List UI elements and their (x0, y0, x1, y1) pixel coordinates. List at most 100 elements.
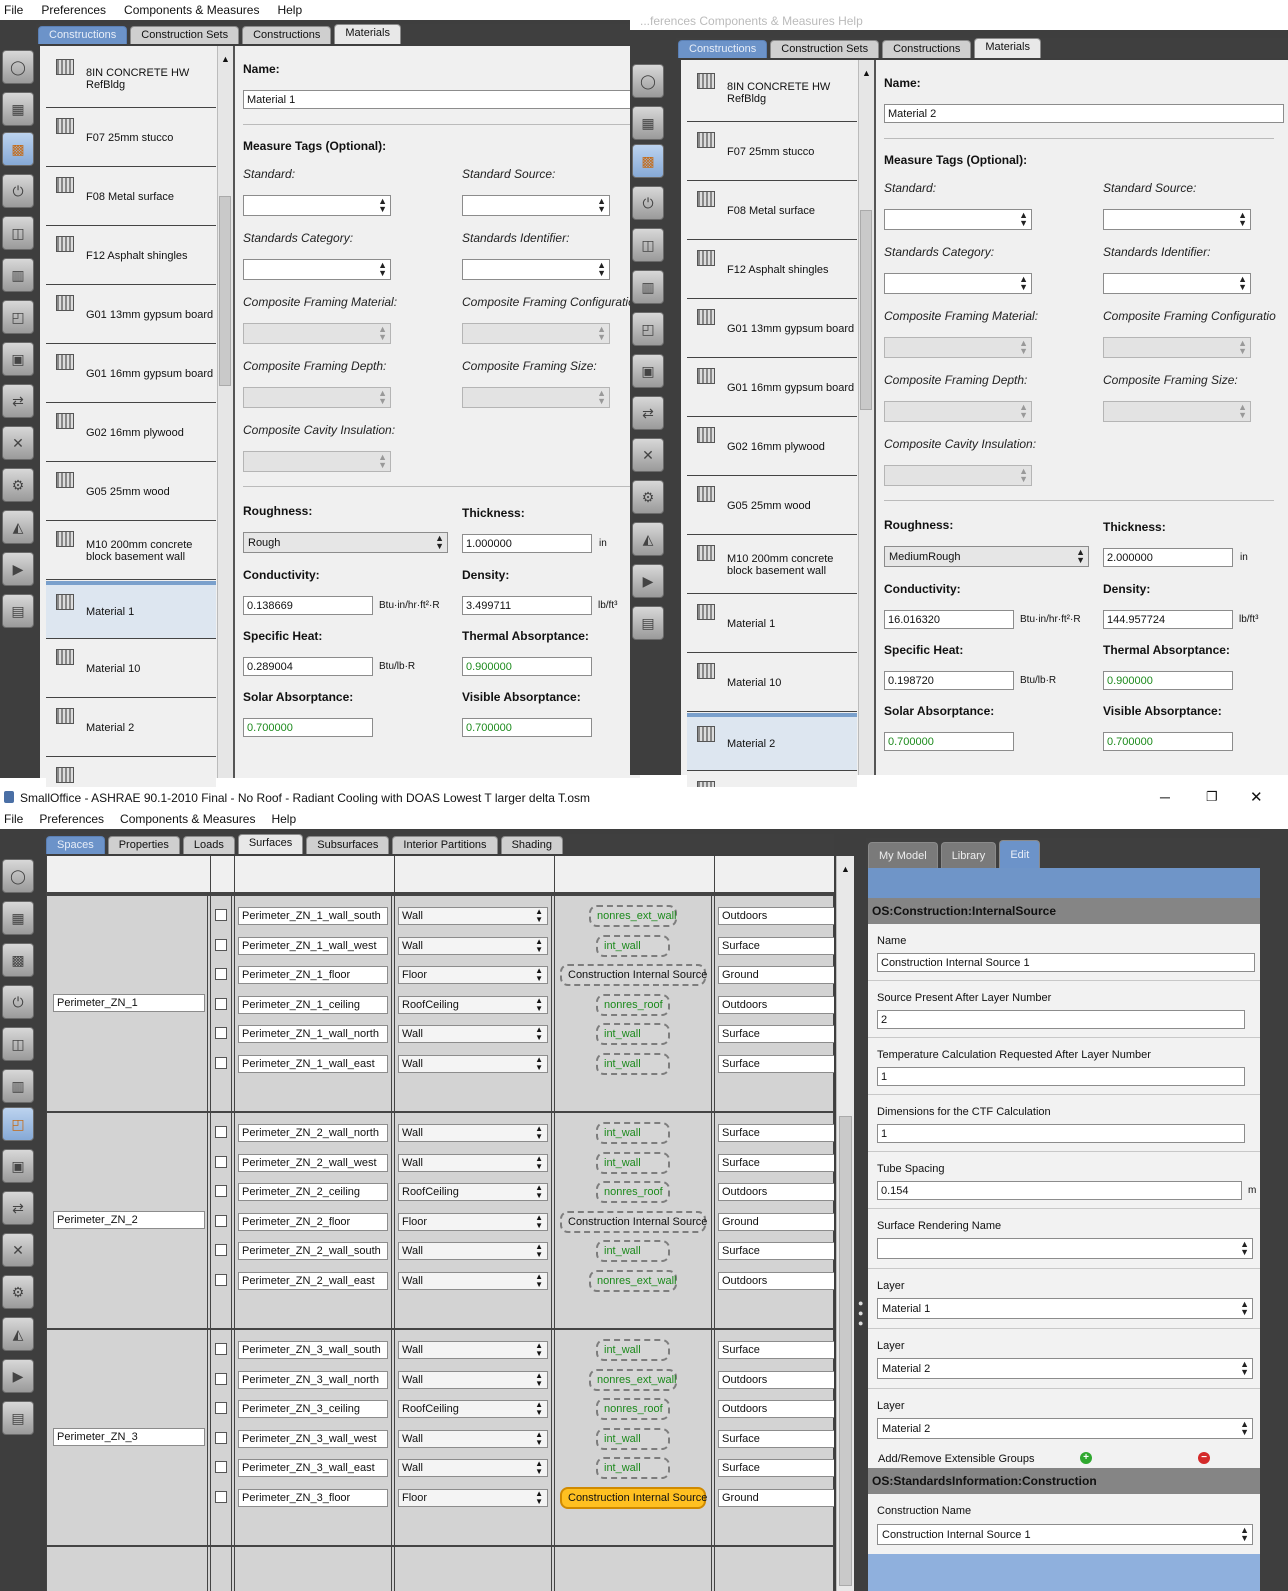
variables-icon[interactable]: ⚙ (632, 480, 664, 514)
material-list-item[interactable]: F07 25mm stucco (687, 123, 857, 181)
surface-type-select[interactable]: Wall ▲ ▼ (398, 1124, 548, 1142)
solar-absorptance-input[interactable]: 0.700000 (243, 718, 373, 737)
material-list-item[interactable]: F08 Metal surface (46, 168, 216, 226)
construction-drop-zone[interactable]: int_wall (596, 1053, 670, 1075)
construction-drop-zone[interactable]: int_wall (596, 1023, 670, 1046)
material-list-item[interactable]: Material 1 (46, 581, 216, 639)
surface-type-select[interactable]: Wall ▲ ▼ (398, 1429, 548, 1448)
standard-select[interactable]: ▲ ▼ (884, 209, 1032, 230)
surface-name-input[interactable]: Perimeter_ZN_1_wall_east (238, 1055, 388, 1073)
tab-my-model[interactable]: My Model (868, 842, 938, 868)
boundary-condition-select[interactable]: Surface (718, 1341, 834, 1359)
space-types-icon[interactable]: ◫ (632, 228, 664, 262)
composite-cavity-select[interactable]: ▲ ▼ (884, 465, 1032, 486)
boundary-condition-select[interactable]: Surface (718, 1055, 834, 1073)
loads-icon[interactable]: ⏻ (632, 186, 664, 220)
thermal-zones-icon[interactable]: ▣ (2, 1149, 34, 1183)
layer-select-1[interactable]: Material 1 ▲ ▼ (877, 1298, 1253, 1319)
surface-name-input[interactable]: Perimeter_ZN_2_floor (238, 1212, 388, 1231)
thermal-absorptance-input[interactable]: 0.900000 (462, 657, 592, 676)
tools-icon[interactable]: ✕ (2, 1233, 34, 1267)
row-checkbox[interactable] (215, 1185, 227, 1198)
surface-name-input[interactable]: Perimeter_ZN_1_wall_west (238, 936, 388, 955)
density-input[interactable]: 3.499711 (462, 596, 592, 615)
composite-framing-depth-select[interactable]: ▲ ▼ (884, 401, 1032, 422)
row-checkbox[interactable] (215, 1402, 227, 1415)
measures-icon[interactable]: ◭ (632, 522, 664, 556)
composite-framing-size-select[interactable]: ▲ ▼ (1103, 401, 1251, 422)
surface-name-input[interactable]: Perimeter_ZN_2_ceiling (238, 1183, 388, 1202)
space-name-input[interactable]: Perimeter_ZN_3 (53, 1428, 205, 1446)
menu-preferences[interactable]: Preferences (41, 3, 106, 17)
surface-name-input[interactable]: Perimeter_ZN_2_wall_east (238, 1272, 388, 1290)
material-list-item[interactable]: Material 2 (46, 699, 216, 757)
row-checkbox[interactable] (215, 1126, 227, 1138)
space-types-icon[interactable]: ◫ (2, 216, 34, 250)
surface-name-input[interactable]: Perimeter_ZN_2_wall_south (238, 1242, 388, 1261)
row-checkbox[interactable] (215, 1431, 227, 1444)
scroll-up-icon[interactable]: ▲ (841, 864, 850, 874)
surface-type-select[interactable]: Floor ▲ ▼ (398, 1489, 548, 1507)
boundary-condition-select[interactable]: Surface (718, 1242, 834, 1261)
temp-calc-input[interactable]: 1 (877, 1067, 1245, 1086)
thermal-zones-icon[interactable]: ▣ (2, 342, 34, 376)
boundary-condition-select[interactable]: Outdoors (718, 1272, 834, 1290)
tab-edit[interactable]: Edit (999, 840, 1041, 868)
material-list-item[interactable]: G01 13mm gypsum board (46, 286, 216, 344)
tube-spacing-input[interactable]: 0.154 (877, 1181, 1242, 1200)
standard-source-select[interactable]: ▲ ▼ (1103, 209, 1251, 230)
material-list-item[interactable]: G01 16mm gypsum board (46, 345, 216, 403)
boundary-condition-select[interactable]: Outdoors (718, 1400, 834, 1419)
tools-icon[interactable]: ✕ (2, 426, 34, 460)
tab-construction-sets[interactable]: Construction Sets (130, 26, 240, 44)
composite-cavity-select[interactable]: ▲ ▼ (243, 451, 391, 472)
surface-type-select[interactable]: RoofCeiling ▲ ▼ (398, 1400, 548, 1419)
variables-icon[interactable]: ⚙ (2, 1275, 34, 1309)
composite-framing-depth-select[interactable]: ▲ ▼ (243, 387, 391, 408)
hvac-icon[interactable]: ⇄ (2, 384, 34, 418)
menu-file[interactable]: File (4, 812, 23, 826)
material-list-item[interactable]: G05 25mm wood (687, 477, 857, 535)
surface-name-input[interactable]: Perimeter_ZN_1_floor (238, 966, 388, 985)
material-list-item[interactable]: G02 16mm plywood (687, 418, 857, 476)
surface-name-input[interactable]: Perimeter_ZN_2_wall_north (238, 1124, 388, 1142)
surface-type-select[interactable]: RoofCeiling ▲ ▼ (398, 1183, 548, 1202)
surface-type-select[interactable]: Wall ▲ ▼ (398, 907, 548, 925)
tab-materials[interactable]: Materials (334, 24, 401, 44)
standards-category-select[interactable]: ▲ ▼ (243, 259, 391, 280)
surface-type-select[interactable]: Wall ▲ ▼ (398, 1370, 548, 1389)
construction-drop-zone[interactable]: int_wall (596, 1240, 670, 1263)
standards-identifier-select[interactable]: ▲ ▼ (1103, 273, 1251, 294)
scroll-thumb[interactable] (860, 210, 872, 410)
menu-help[interactable]: Help (277, 3, 302, 17)
conductivity-input[interactable]: 16.016320 (884, 610, 1014, 629)
tab-materials[interactable]: Materials (974, 38, 1041, 58)
surface-type-select[interactable]: Wall ▲ ▼ (398, 1153, 548, 1172)
hvac-icon[interactable]: ⇄ (632, 396, 664, 430)
menu-file[interactable]: File (4, 3, 23, 17)
tools-icon[interactable]: ✕ (632, 438, 664, 472)
composite-framing-config-select[interactable]: ▲ ▼ (462, 323, 610, 344)
construction-drop-zone[interactable]: int_wall (596, 1427, 670, 1450)
list-scrollbar-b[interactable]: ▲ (858, 60, 874, 775)
material-list-item[interactable]: Material 2 (687, 713, 857, 771)
construction-drop-zone[interactable]: nonres_ext_wall (589, 1270, 677, 1292)
remove-group-icon[interactable]: − (1198, 1452, 1210, 1464)
construction-drop-zone[interactable]: int_wall (596, 1339, 670, 1361)
boundary-condition-select[interactable]: Surface (718, 1459, 834, 1478)
minimize-icon[interactable]: ─ (1160, 789, 1170, 805)
material-list-item[interactable]: F12 Asphalt shingles (687, 241, 857, 299)
construction-drop-zone[interactable]: int_wall (596, 1457, 670, 1480)
thickness-input[interactable]: 1.000000 (462, 534, 592, 553)
material-list-item[interactable]: F12 Asphalt shingles (46, 227, 216, 285)
menu-help[interactable]: Help (271, 812, 296, 826)
visible-absorptance-input[interactable]: 0.700000 (462, 718, 592, 737)
density-input[interactable]: 144.957724 (1103, 610, 1233, 629)
specific-heat-input[interactable]: 0.198720 (884, 671, 1014, 690)
surface-name-input[interactable]: Perimeter_ZN_3_ceiling (238, 1400, 388, 1419)
row-checkbox[interactable] (215, 909, 227, 921)
results-icon[interactable]: ▤ (2, 1401, 34, 1435)
composite-framing-material-select[interactable]: ▲ ▼ (243, 323, 391, 344)
name-input[interactable]: Construction Internal Source 1 (877, 953, 1255, 972)
boundary-condition-select[interactable]: Outdoors (718, 995, 834, 1014)
